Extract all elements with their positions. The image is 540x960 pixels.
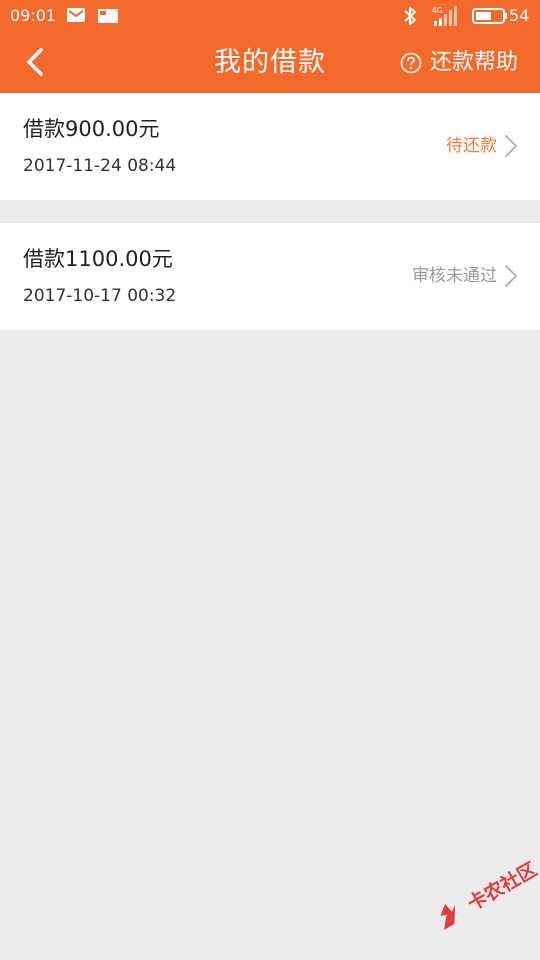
chevron-right-icon [505, 135, 517, 157]
app-header: 我的借款 还款帮助 [0, 32, 540, 93]
battery-icon [472, 8, 507, 24]
loan-date: 2017-10-17 00:32 [23, 286, 177, 306]
bluetooth-icon [404, 7, 416, 25]
loan-status: 审核未通过 [412, 266, 497, 286]
battery-level: 54 [509, 6, 530, 25]
help-question-icon [400, 52, 422, 73]
message-icon [67, 8, 85, 22]
loan-item[interactable]: 借款1100.00元 2017-10-17 00:32 审核未通过 [0, 223, 540, 330]
loan-amount: 借款900.00元 [23, 117, 160, 141]
status-bar: 09:01 4G 54 [0, 0, 540, 32]
signal-icon: 4G [432, 6, 457, 26]
loan-date: 2017-11-24 08:44 [23, 156, 177, 176]
chevron-right-icon [505, 265, 517, 287]
loan-amount: 借款1100.00元 [23, 247, 173, 271]
status-time: 09:01 [10, 6, 57, 25]
signal-label: 4G [432, 6, 443, 15]
sd-card-icon [98, 9, 118, 23]
loan-item[interactable]: 借款900.00元 2017-11-24 08:44 待还款 [0, 93, 540, 200]
repayment-help-label: 还款帮助 [429, 50, 518, 75]
repayment-help-button[interactable]: 还款帮助 [400, 32, 518, 93]
loan-status: 待还款 [446, 136, 497, 156]
